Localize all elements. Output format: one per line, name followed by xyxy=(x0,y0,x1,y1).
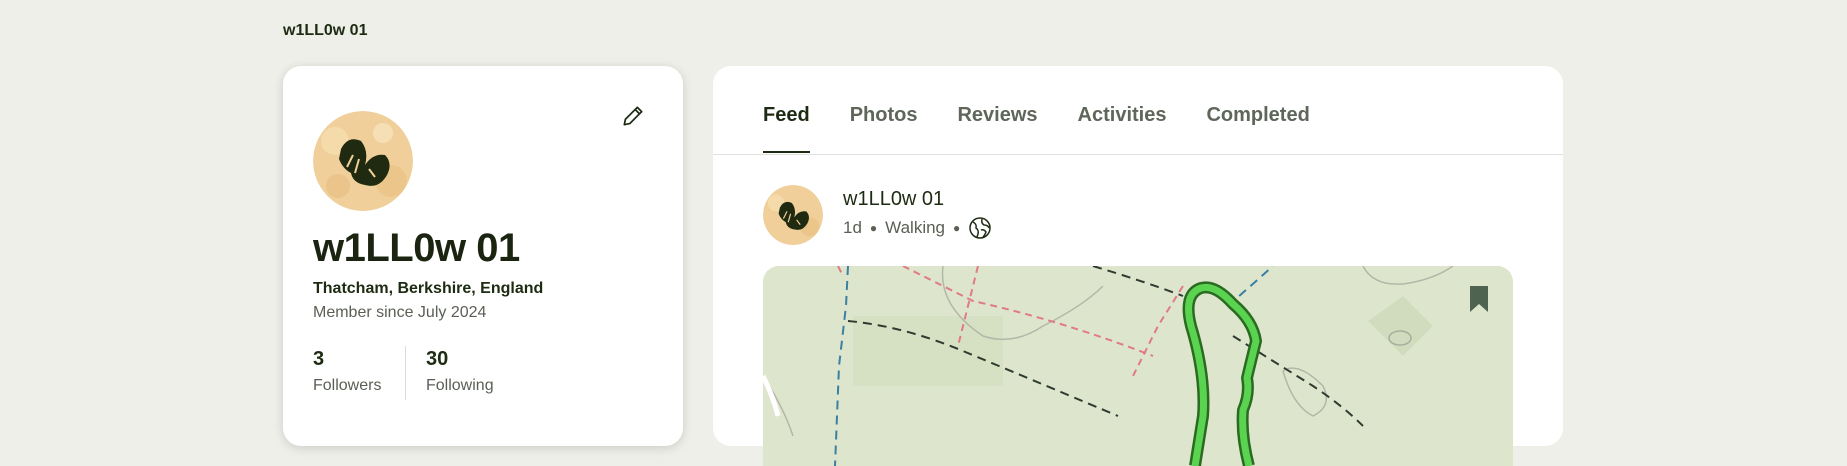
profile-tabs: Feed Photos Reviews Activities Completed xyxy=(763,104,1310,153)
avatar xyxy=(313,111,413,211)
separator-dot: ● xyxy=(869,221,878,235)
profile-location: Thatcham, Berkshire, England xyxy=(313,280,544,297)
tab-reviews[interactable]: Reviews xyxy=(957,104,1037,151)
profile-card: w1LL0w 01 Thatcham, Berkshire, England M… xyxy=(283,66,683,446)
following-label: Following xyxy=(426,377,494,394)
tab-completed[interactable]: Completed xyxy=(1206,104,1309,151)
breadcrumb: w1LL0w 01 xyxy=(283,22,368,39)
stat-divider xyxy=(405,346,406,400)
bookmark-icon xyxy=(1470,286,1488,312)
edit-profile-button[interactable] xyxy=(617,100,649,132)
tabs-divider xyxy=(713,154,1563,155)
post-age: 1d xyxy=(843,218,862,237)
post-meta: 1d ● Walking ● xyxy=(843,216,992,240)
route-map[interactable] xyxy=(763,266,1513,466)
tab-activities[interactable]: Activities xyxy=(1078,104,1167,151)
separator-dot: ● xyxy=(953,221,961,235)
post-author-name[interactable]: w1LL0w 01 xyxy=(843,188,944,211)
following-count: 30 xyxy=(426,348,449,370)
followers-label: Followers xyxy=(313,377,382,394)
pencil-icon xyxy=(623,106,643,126)
feed-card: Feed Photos Reviews Activities Completed… xyxy=(713,66,1563,466)
bookmark-button[interactable] xyxy=(1467,284,1491,319)
following-stat[interactable]: 30 Following xyxy=(426,348,494,395)
post-author-avatar[interactable] xyxy=(763,185,823,245)
tab-feed[interactable]: Feed xyxy=(763,104,810,153)
globe-icon xyxy=(969,217,992,239)
followers-count: 3 xyxy=(313,348,325,370)
member-since: Member since July 2024 xyxy=(313,304,487,321)
followers-stat[interactable]: 3 Followers xyxy=(313,348,381,395)
profile-name: w1LL0w 01 xyxy=(313,226,520,270)
tab-photos[interactable]: Photos xyxy=(850,104,918,151)
post-activity: Walking xyxy=(885,218,946,237)
